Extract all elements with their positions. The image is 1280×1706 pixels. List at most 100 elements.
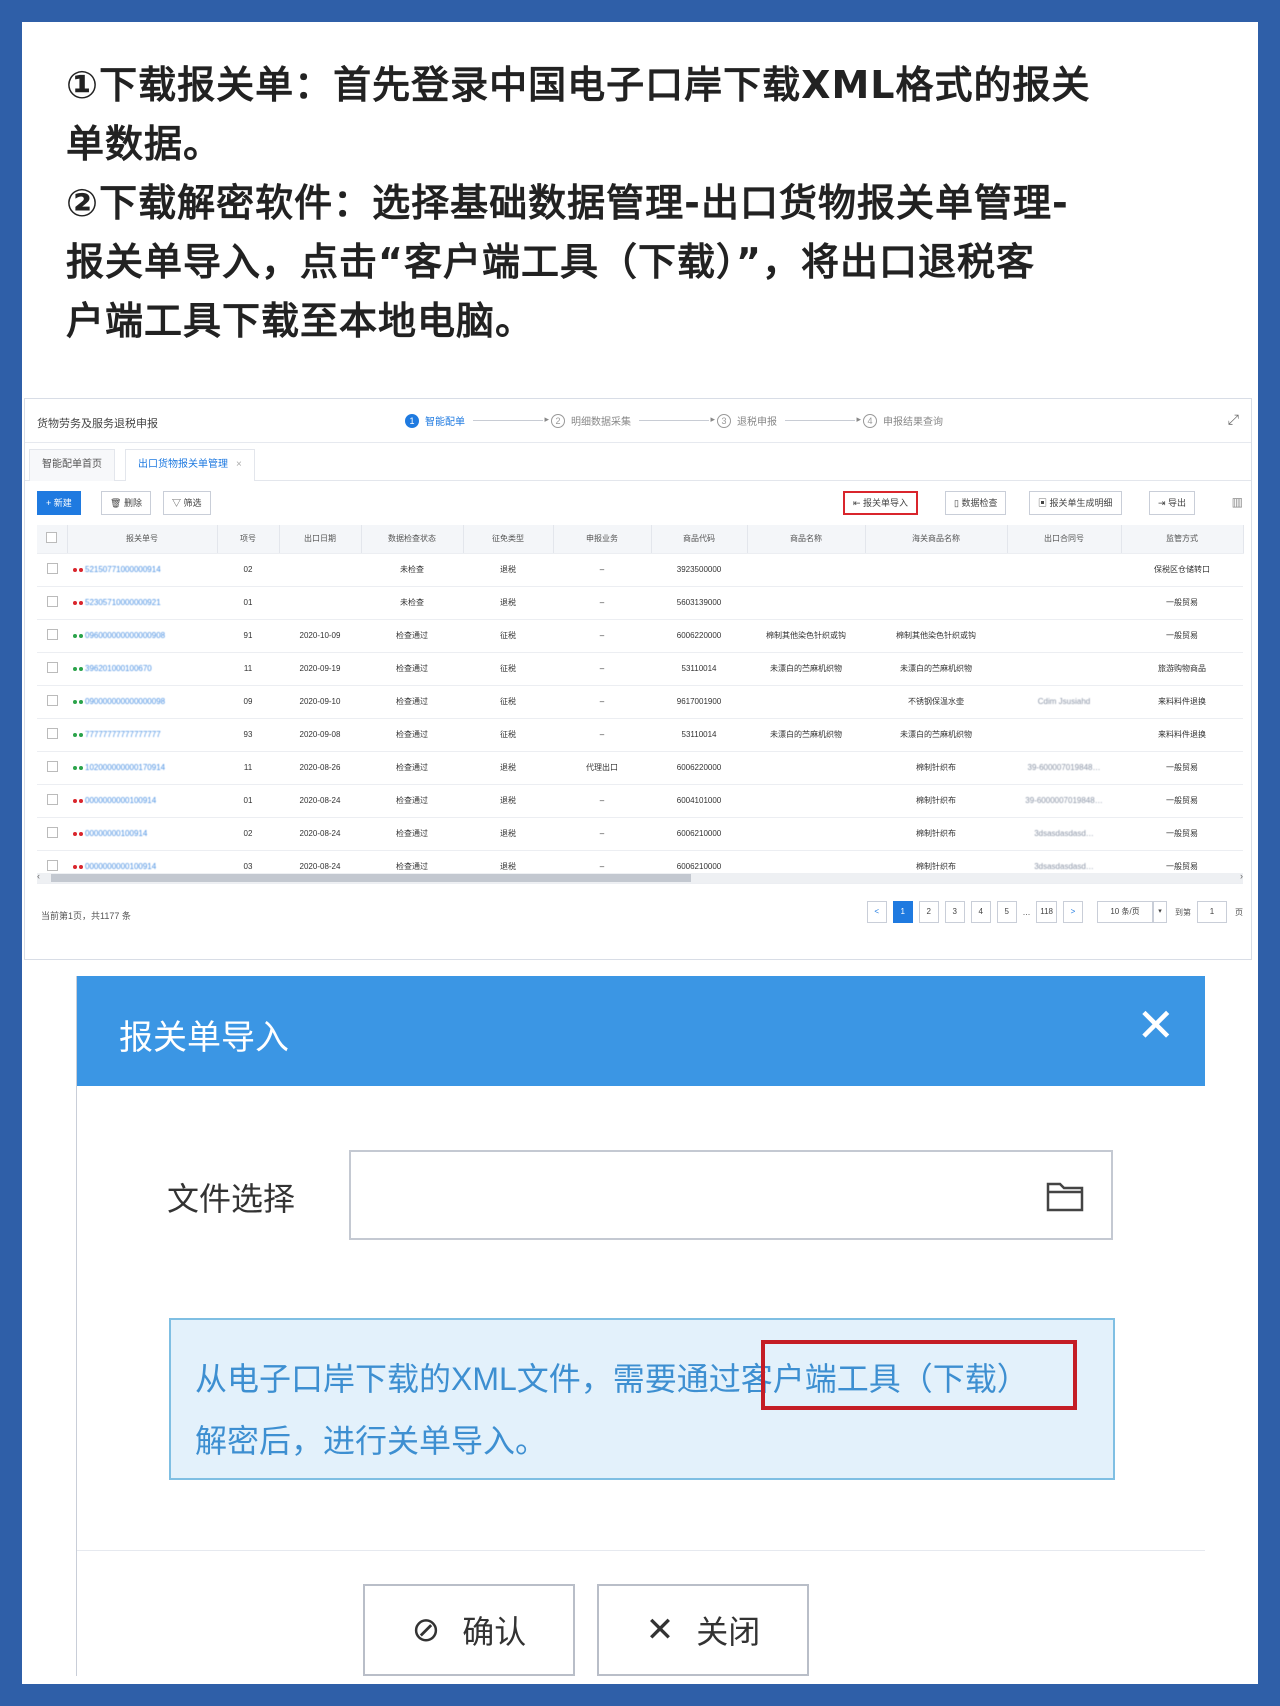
- data-check-button[interactable]: ▯ 数据检查: [945, 491, 1007, 515]
- row-checkbox-cell[interactable]: [37, 817, 67, 851]
- folder-icon[interactable]: [1043, 1174, 1087, 1218]
- next-page-button[interactable]: >: [1063, 901, 1083, 923]
- filter-button[interactable]: ▽ 筛选: [163, 491, 211, 515]
- table-cell: 53110014: [651, 718, 747, 752]
- column-header[interactable]: 监管方式: [1121, 525, 1244, 554]
- table-cell[interactable]: 396201000100670: [67, 652, 217, 686]
- column-header[interactable]: 征免类型: [463, 525, 554, 554]
- declaration-number-link[interactable]: 52150771000000914: [85, 565, 161, 574]
- declaration-number-link[interactable]: 096000000000000908: [85, 631, 165, 640]
- table-row[interactable]: 00000000100914 02 2020-08-24 检查通过 退税 –6006210…: [37, 817, 1243, 851]
- row-checkbox[interactable]: [46, 728, 58, 739]
- client-tool-download-link-highlight[interactable]: [761, 1340, 1077, 1410]
- prev-page-button[interactable]: <: [866, 901, 887, 923]
- row-checkbox[interactable]: [46, 596, 58, 607]
- table-row[interactable]: 52150771000000914 02 未检查 退税 –3923500000 保税区仓储…: [37, 553, 1243, 587]
- declaration-number-link[interactable]: 102000000000170914: [85, 763, 165, 772]
- table-row[interactable]: 096000000000000908 91 2020-10-09 检查通过 征税 –600…: [37, 619, 1243, 653]
- row-checkbox[interactable]: [46, 827, 58, 838]
- tab-export-declaration[interactable]: 出口货物报关单管理 ×: [125, 449, 255, 481]
- chevron-down-icon[interactable]: ▾: [1153, 901, 1167, 923]
- column-header[interactable]: 出口日期: [279, 525, 362, 554]
- filter-icon: ▽: [172, 498, 184, 508]
- row-checkbox-cell[interactable]: [37, 784, 67, 818]
- file-select-input[interactable]: [349, 1150, 1113, 1240]
- column-header[interactable]: 数据检查状态: [361, 525, 464, 554]
- row-checkbox-cell[interactable]: [37, 619, 67, 653]
- row-checkbox[interactable]: [46, 629, 58, 640]
- table-cell[interactable]: 0000000000100914: [67, 784, 217, 818]
- row-checkbox[interactable]: [46, 563, 58, 574]
- declaration-number-link[interactable]: 52305710000000921: [85, 598, 161, 607]
- fullscreen-icon[interactable]: ⤢: [1228, 411, 1239, 428]
- table-row[interactable]: 77777777777777777 93 2020-09-08 检查通过 征税 –5311…: [37, 718, 1243, 752]
- row-checkbox-cell[interactable]: [37, 652, 67, 686]
- horizontal-scrollbar[interactable]: ‹ ›: [37, 871, 1243, 883]
- column-header[interactable]: 商品名称: [747, 525, 866, 554]
- table-row[interactable]: 102000000000170914 11 2020-08-26 检查通过 退税 代理出口…: [37, 751, 1243, 785]
- column-header[interactable]: 申报业务: [553, 525, 652, 554]
- table-cell[interactable]: 77777777777777777: [67, 718, 217, 752]
- table-cell[interactable]: 102000000000170914: [67, 751, 217, 785]
- column-header[interactable]: 商品代码: [651, 525, 748, 554]
- row-checkbox[interactable]: [46, 860, 58, 871]
- goto-page-input[interactable]: 1: [1197, 901, 1227, 923]
- column-header[interactable]: 项号: [217, 525, 280, 554]
- export-button[interactable]: ⇥ 导出: [1149, 491, 1196, 515]
- row-checkbox-cell[interactable]: [37, 586, 67, 620]
- page-size-select[interactable]: 10 条/页: [1097, 901, 1153, 923]
- row-checkbox[interactable]: [46, 695, 58, 706]
- row-checkbox-cell[interactable]: [37, 553, 67, 587]
- last-page-button[interactable]: 118: [1036, 901, 1057, 923]
- confirm-button[interactable]: ⊘ 确认: [363, 1584, 575, 1676]
- column-header[interactable]: 报关单号: [67, 525, 218, 554]
- scroll-right-icon[interactable]: ›: [1240, 871, 1243, 881]
- declaration-number-link[interactable]: 0000000000100914: [85, 862, 156, 871]
- new-button[interactable]: + 新建: [37, 491, 81, 515]
- declaration-number-link[interactable]: 396201000100670: [85, 664, 152, 673]
- step-2[interactable]: 2 明细数据采集: [551, 413, 631, 428]
- column-header[interactable]: [37, 525, 68, 554]
- row-checkbox[interactable]: [46, 794, 58, 805]
- row-checkbox-cell[interactable]: [37, 685, 67, 719]
- declaration-number-link[interactable]: 0000000000100914: [85, 796, 156, 805]
- row-checkbox[interactable]: [46, 662, 58, 673]
- step-3[interactable]: 3 退税申报: [717, 413, 777, 428]
- table-cell[interactable]: 00000000100914: [67, 817, 217, 851]
- import-declaration-button[interactable]: ⇤ 报关单导入: [843, 491, 919, 515]
- page-button[interactable]: 2: [918, 901, 939, 923]
- close-button[interactable]: ✕ 关闭: [597, 1584, 809, 1676]
- table-cell[interactable]: 52150771000000914: [67, 553, 217, 587]
- declaration-number-link[interactable]: 00000000100914: [85, 829, 147, 838]
- column-header[interactable]: 出口合同号: [1007, 525, 1122, 554]
- scrollbar-thumb[interactable]: [51, 874, 691, 882]
- declaration-number-link[interactable]: 77777777777777777: [85, 730, 161, 739]
- declaration-number-link[interactable]: 090000000000000098: [85, 697, 165, 706]
- table-row[interactable]: 090000000000000098 09 2020-09-10 检查通过 征税 –961…: [37, 685, 1243, 719]
- generate-details-button[interactable]: ▣ 报关单生成明细: [1029, 491, 1122, 515]
- table-cell[interactable]: 52305710000000921: [67, 586, 217, 620]
- close-tab-icon[interactable]: ×: [236, 459, 242, 470]
- table-row[interactable]: 0000000000100914 01 2020-08-24 检查通过 退税 –60041…: [37, 784, 1243, 818]
- table-cell[interactable]: 090000000000000098: [67, 685, 217, 719]
- page-button[interactable]: 4: [970, 901, 991, 923]
- page-button[interactable]: 1: [892, 901, 913, 923]
- page-button[interactable]: 3: [944, 901, 965, 923]
- row-checkbox-cell[interactable]: [37, 718, 67, 752]
- select-all-checkbox[interactable]: [46, 532, 58, 544]
- status-dot: [79, 732, 83, 737]
- tab-home[interactable]: 智能配单首页: [29, 449, 115, 481]
- scroll-left-icon[interactable]: ‹: [37, 871, 40, 881]
- close-icon[interactable]: ✕: [1136, 998, 1175, 1052]
- column-header[interactable]: 海关商品名称: [865, 525, 1008, 554]
- step-1[interactable]: 1 智能配单: [405, 413, 465, 428]
- table-row[interactable]: 52305710000000921 01 未检查 退税 –5603139000 一般贸易: [37, 586, 1243, 620]
- table-cell[interactable]: 096000000000000908: [67, 619, 217, 653]
- row-checkbox-cell[interactable]: [37, 751, 67, 785]
- step-4[interactable]: 4 申报结果查询: [863, 413, 943, 428]
- page-button[interactable]: 5: [996, 901, 1017, 923]
- table-row[interactable]: 396201000100670 11 2020-09-19 检查通过 征税 –531100…: [37, 652, 1243, 686]
- row-checkbox[interactable]: [46, 761, 58, 772]
- column-settings-icon[interactable]: ▥: [1232, 495, 1243, 509]
- delete-button[interactable]: 🗑 删除: [101, 491, 151, 515]
